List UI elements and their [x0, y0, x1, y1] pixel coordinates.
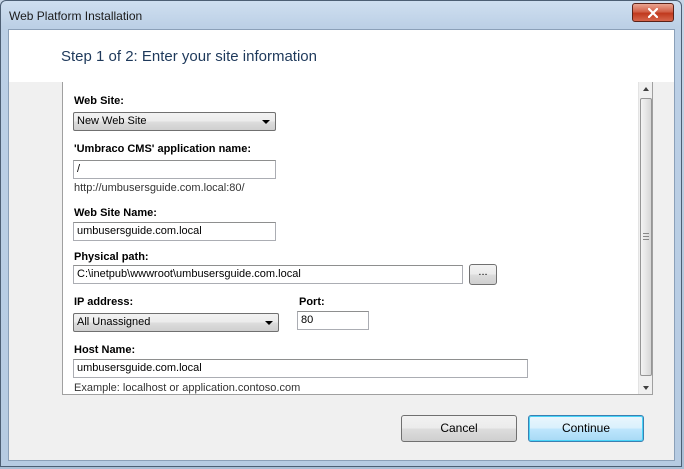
physical-path-input[interactable]: C:\inetpub\wwwroot\umbusersguide.com.loc… [73, 265, 463, 284]
ip-address-label: IP address: [74, 296, 134, 308]
chevron-down-icon [262, 120, 270, 124]
port-input[interactable]: 80 [297, 311, 369, 330]
header-area: Step 1 of 2: Enter your site information [9, 30, 674, 82]
chevron-down-icon [265, 321, 273, 325]
cancel-button[interactable]: Cancel [401, 415, 517, 442]
browse-button[interactable]: ... [469, 264, 497, 285]
app-name-input[interactable]: / [73, 160, 276, 179]
web-site-value: New Web Site [77, 115, 147, 127]
grip-icon [643, 233, 649, 240]
app-name-label: 'Umbraco CMS' application name: [74, 143, 251, 155]
site-info-form: Web Site: New Web Site 'Umbraco CMS' app… [62, 82, 653, 395]
site-name-input[interactable]: umbusersguide.com.local [73, 222, 276, 241]
window-title: Web Platform Installation [9, 9, 143, 23]
app-url-text: http://umbusersguide.com.local:80/ [74, 182, 245, 194]
port-label: Port: [299, 296, 325, 308]
vertical-scrollbar[interactable] [638, 82, 652, 394]
arrow-down-icon[interactable] [643, 386, 649, 390]
client-area: Step 1 of 2: Enter your site information… [8, 29, 675, 461]
web-site-select[interactable]: New Web Site [73, 112, 276, 131]
host-name-example: Example: localhost or application.contos… [74, 382, 301, 394]
arrow-up-icon[interactable] [643, 87, 649, 91]
close-icon [648, 7, 658, 18]
physical-path-label: Physical path: [74, 251, 149, 263]
scroll-thumb[interactable] [640, 98, 652, 376]
continue-button[interactable]: Continue [528, 415, 644, 442]
host-name-label: Host Name: [74, 344, 136, 356]
web-site-label: Web Site: [74, 95, 124, 107]
ip-address-select[interactable]: All Unassigned [73, 313, 279, 332]
site-name-label: Web Site Name: [74, 207, 157, 219]
title-bar: Web Platform Installation [1, 1, 681, 29]
page-title: Step 1 of 2: Enter your site information [61, 48, 317, 65]
host-name-input[interactable]: umbusersguide.com.local [73, 359, 528, 378]
dialog-window: Web Platform Installation Step 1 of 2: E… [0, 0, 682, 467]
close-button[interactable] [632, 3, 674, 22]
ip-address-value: All Unassigned [77, 316, 151, 328]
